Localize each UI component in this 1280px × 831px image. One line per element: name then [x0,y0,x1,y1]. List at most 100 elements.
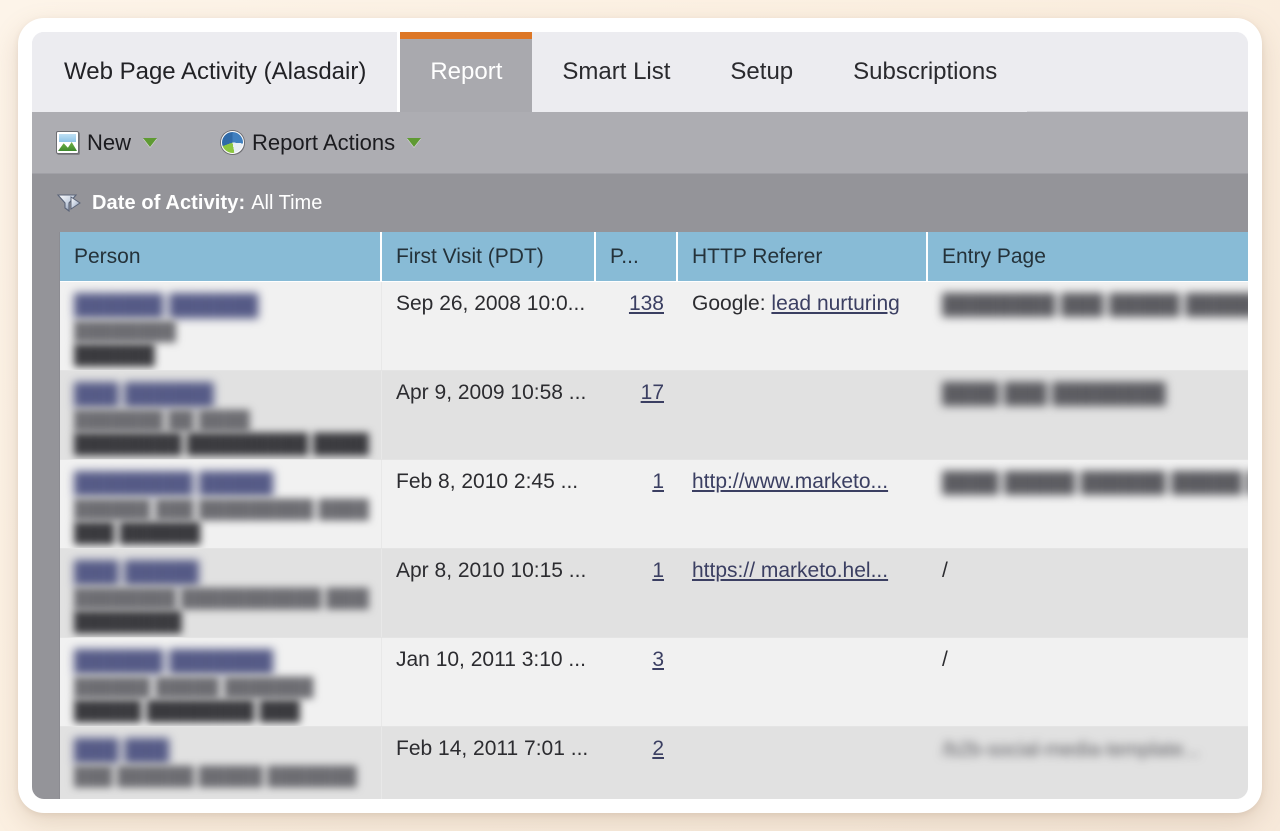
cell-page-views[interactable]: 138 [596,282,678,370]
chevron-down-icon[interactable] [143,138,158,147]
app-window-card: Web Page Activity (Alasdair) Report Smar… [18,18,1262,813]
table-row[interactable]: ████████ █████ ██████ ███ █████████ ████… [60,460,1248,549]
column-header-page-views[interactable]: P... [596,232,678,281]
person-title: ██████ ███ █████████ ███████ [74,498,369,519]
referer-link[interactable]: https:// marketo.hel... [692,559,888,582]
column-header-label: P... [610,244,639,268]
grid-left-gutter [32,232,60,799]
tab-setup[interactable]: Setup [700,32,824,112]
grid-header-row: Person First Visit (PDT) P... HTTP Refer… [60,232,1248,282]
cell-first-visit: Feb 14, 2011 7:01 ... [382,727,596,799]
person-title: ████████ ███████████ ████████ [74,587,369,608]
entry-page-value: ████ █████ ██████ █████ ████... [942,472,1248,494]
cell-entry-page: / [928,638,1248,726]
filter-label: Date of Activity: [92,191,246,214]
filter-value: All Time [251,191,323,214]
cell-http-referer [678,727,928,799]
cell-entry-page: /b2b-social-media-template... [928,727,1248,799]
entry-page-value: ████ ███ ████████ [942,383,1166,405]
page-views-link[interactable]: 17 [641,381,664,404]
table-row[interactable]: ███ ██████ ███████ ██ ████ ████████ ████… [60,371,1248,460]
cell-http-referer[interactable]: https:// marketo.hel... [678,549,928,637]
cell-http-referer[interactable]: Google: lead nurturing [678,282,928,370]
cell-http-referer [678,371,928,459]
first-visit-value: Jan 10, 2011 3:10 ... [396,648,586,671]
column-header-label: HTTP Referer [692,244,823,268]
person-name[interactable]: ██████ ██████ [74,292,369,320]
tab-web-page-activity[interactable]: Web Page Activity (Alasdair) [32,32,401,112]
referer-link[interactable]: http://www.marketo... [692,470,888,493]
tab-label: Report [430,58,503,85]
filter-bar[interactable]: Date of Activity: All Time [32,174,1248,232]
column-header-label: Person [74,244,141,268]
cell-entry-page: ████████ ███ █████ █████... [928,282,1248,370]
cell-entry-page: ████ █████ ██████ █████ ████... [928,460,1248,548]
first-visit-value: Sep 26, 2008 10:0... [396,292,586,315]
report-grid: Person First Visit (PDT) P... HTTP Refer… [60,232,1248,799]
cell-page-views[interactable]: 1 [596,460,678,548]
column-header-label: First Visit (PDT) [396,244,544,268]
cell-page-views[interactable]: 3 [596,638,678,726]
cell-entry-page: / [928,549,1248,637]
tab-smart-list[interactable]: Smart List [532,32,701,112]
cell-http-referer[interactable]: http://www.marketo... [678,460,928,548]
tab-label: Web Page Activity (Alasdair) [64,58,367,85]
person-title: ████████ [74,320,177,341]
tab-label: Setup [730,58,794,85]
tab-label: Subscriptions [853,58,998,85]
cell-person[interactable]: ███ ███ ███ ██████ █████ ███████ [60,727,382,799]
person-company: ██████ [74,345,155,367]
column-header-http-referer[interactable]: HTTP Referer [678,232,928,281]
person-name[interactable]: ████████ █████ [74,470,369,498]
page-views-link[interactable]: 138 [629,292,664,315]
cell-entry-page: ████ ███ ████████ [928,371,1248,459]
person-name[interactable]: ██████ ███████ [74,648,369,676]
person-title: ███████ ██ ████ [74,409,250,430]
cell-first-visit: Feb 8, 2010 2:45 ... [382,460,596,548]
cell-page-views[interactable]: 2 [596,727,678,799]
cell-person[interactable]: ███ ██████ ███████ ██ ████ ████████ ████… [60,371,382,459]
page-views-link[interactable]: 2 [652,737,664,760]
cell-page-views[interactable]: 17 [596,371,678,459]
referer-link[interactable]: lead nurturing [771,292,899,315]
cell-http-referer [678,638,928,726]
report-actions-label: Report Actions [252,129,396,155]
person-title: ██████ █████ ███████ [74,676,314,697]
chevron-down-icon[interactable] [407,138,422,147]
person-company: █████ ████████ ███ [74,701,300,723]
cell-person[interactable]: ████████ █████ ██████ ███ █████████ ████… [60,460,382,548]
entry-page-value: / [942,648,948,671]
tab-strip: Web Page Activity (Alasdair) Report Smar… [32,32,1248,112]
entry-page-value: ████████ ███ █████ █████... [942,294,1248,316]
cell-first-visit: Jan 10, 2011 3:10 ... [382,638,596,726]
cell-person[interactable]: ███ █████ ████████ ███████████ ███ █████ … [60,549,382,637]
cell-first-visit: Apr 8, 2010 10:15 ... [382,549,596,637]
column-header-entry-page[interactable]: Entry Page [928,232,1248,281]
cell-first-visit: Apr 9, 2009 10:58 ... [382,371,596,459]
person-name[interactable]: ███ █████ [74,559,369,587]
table-row[interactable]: ██████ ██████ ████████ ██████ Sep 26, 20… [60,282,1248,371]
page-views-link[interactable]: 1 [652,559,664,582]
toolbar: New Report Actions [32,112,1248,174]
tab-subscriptions[interactable]: Subscriptions [823,32,1028,112]
person-name[interactable]: ███ ███ [74,737,369,765]
page-views-link[interactable]: 3 [652,648,664,671]
new-button[interactable]: New [56,130,158,156]
cell-person[interactable]: ██████ ██████ ████████ ██████ [60,282,382,370]
table-row[interactable]: ██████ ███████ ██████ █████ ███████ ████… [60,638,1248,727]
new-report-image-icon [56,131,79,154]
table-row[interactable]: ███ █████ ████████ ███████████ ███ █████ … [60,549,1248,638]
table-row[interactable]: ███ ███ ███ ██████ █████ ███████ Feb 14,… [60,727,1248,799]
person-title: ███ ██████ █████ ███████ [74,765,357,786]
person-name[interactable]: ███ ██████ [74,381,369,409]
cell-page-views[interactable]: 1 [596,549,678,637]
cell-first-visit: Sep 26, 2008 10:0... [382,282,596,370]
tab-report[interactable]: Report [400,32,533,112]
person-company: ████████ [74,612,182,634]
column-header-first-visit[interactable]: First Visit (PDT) [382,232,596,281]
report-actions-button[interactable]: Report Actions [221,129,422,156]
entry-page-value: / [942,559,948,582]
cell-person[interactable]: ██████ ███████ ██████ █████ ███████ ████… [60,638,382,726]
column-header-person[interactable]: Person [60,232,382,281]
page-views-link[interactable]: 1 [652,470,664,493]
